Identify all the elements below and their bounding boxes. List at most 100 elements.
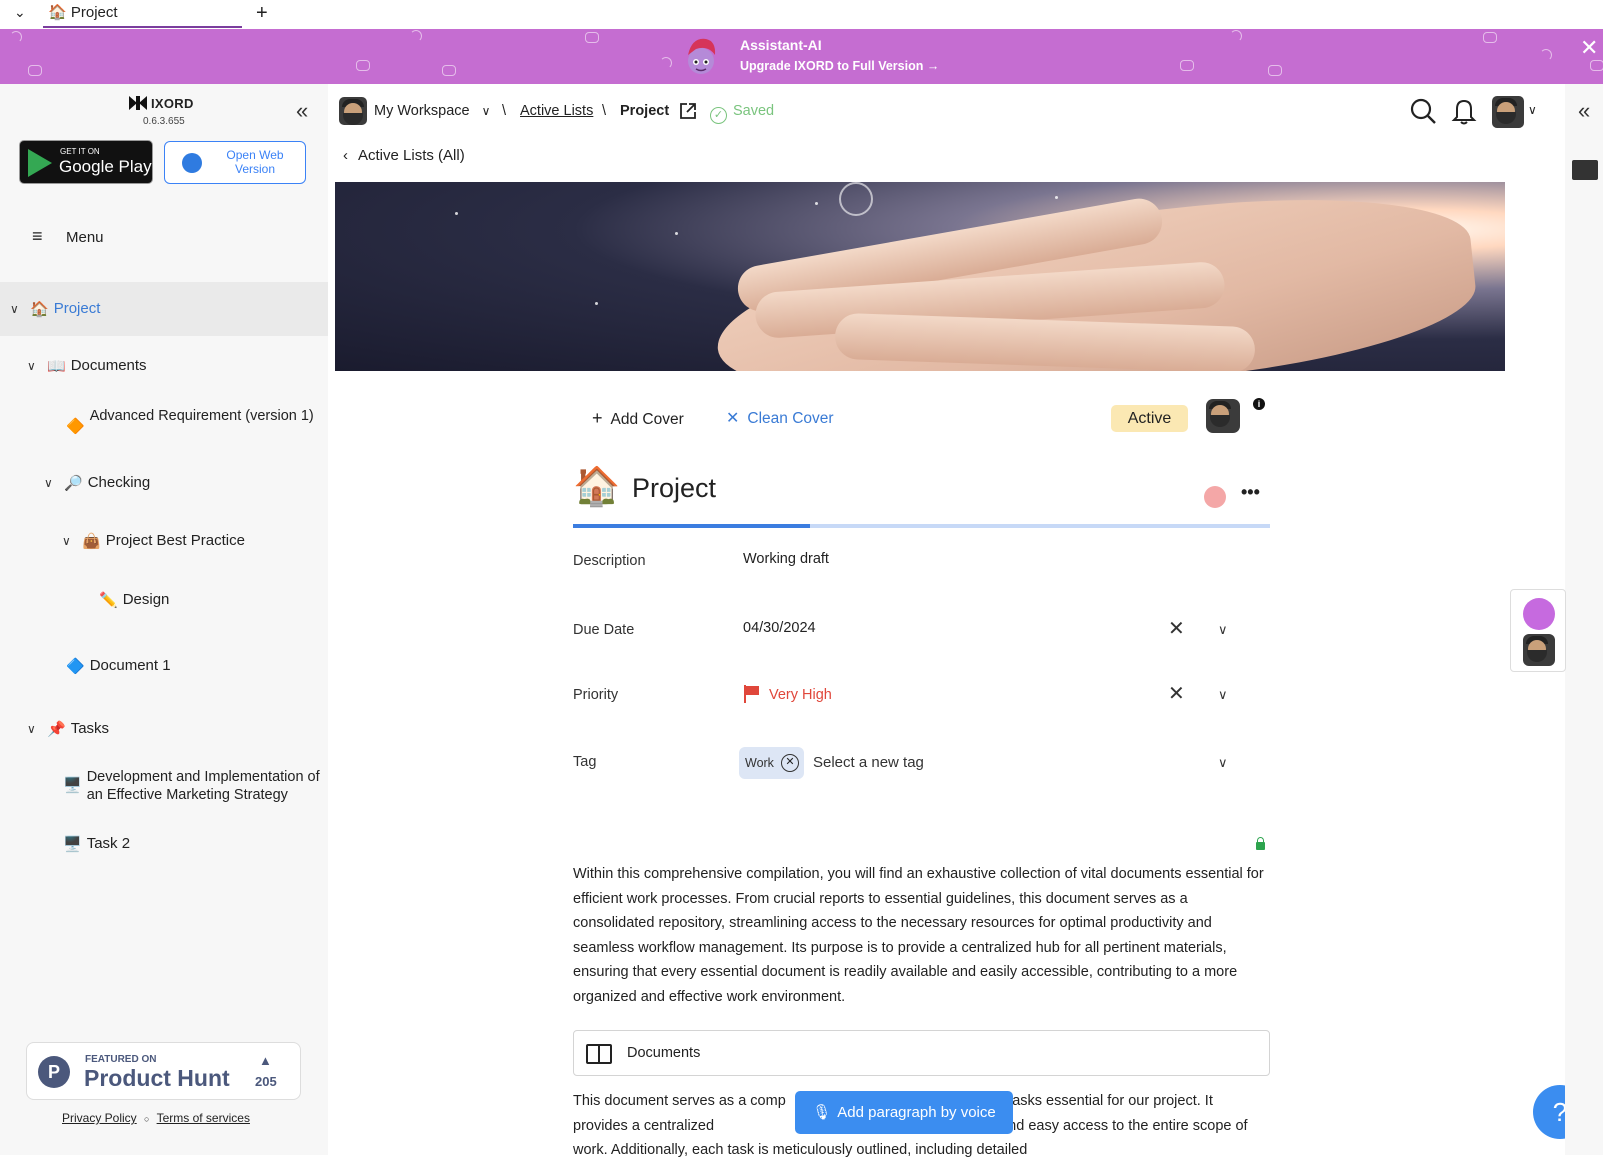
tree-item-document-1[interactable]: 🔷 Document 1 [66,657,171,675]
add-paragraph-by-voice-button[interactable]: 🎙 Add paragraph by voice [795,1091,1013,1134]
google-play-name: Google Play [59,157,152,176]
collapse-sidebar-icon[interactable]: « [296,98,308,124]
menu-label: Menu [66,229,104,246]
breadcrumb-active-lists[interactable]: Active Lists [520,103,593,119]
priority-label: Priority [573,687,619,703]
saved-label: Saved [733,103,775,119]
workspace-switcher[interactable]: My Workspace ∨ [374,103,490,119]
new-tab-button[interactable]: + [256,2,268,25]
chevron-down-icon[interactable]: ∨ [1528,103,1537,117]
color-picker-dot[interactable] [1204,486,1226,508]
remove-tag-icon[interactable]: ✕ [781,754,799,772]
tree-item-documents[interactable]: ∨ 📖 Documents [27,357,147,375]
workspace-name: My Workspace [374,103,470,119]
open-external-icon[interactable] [679,102,697,120]
documents-block[interactable]: Documents [573,1030,1270,1076]
flag-icon [743,685,759,703]
chevron-down-icon[interactable]: ∨ [1218,687,1228,703]
tree-item-label: Development and Implementation of an Eff… [86,769,320,803]
chevron-down-icon[interactable]: ∨ [27,359,43,373]
play-store-icon [28,149,52,177]
tree-item-emoji: 🔷 [66,658,85,675]
tag-chip-label: Work [745,756,774,770]
bell-icon[interactable] [1449,96,1479,126]
browser-tab-strip: ⌄ 🏠 Project + [0,0,1603,29]
product-hunt-badge[interactable]: P FEATURED ON Product Hunt ▲ 205 [26,1042,301,1100]
tree-item-task-2[interactable]: 🖥️ Task 2 [63,835,130,853]
clear-due-date-icon[interactable]: ✕ [1168,616,1185,641]
workspace-avatar[interactable] [339,97,367,125]
google-play-badge[interactable]: GET IT ON Google Play [19,140,153,184]
chevron-down-icon[interactable]: ∨ [1218,755,1228,771]
presence-panel [1510,589,1566,672]
product-hunt-name: Product Hunt [84,1065,230,1091]
privacy-policy-link[interactable]: Privacy Policy [62,1111,137,1125]
collapse-right-panel-icon[interactable]: « [1578,98,1590,124]
collaborator-avatar[interactable] [1523,634,1555,666]
chevron-down-icon[interactable]: ∨ [10,302,26,316]
clear-priority-icon[interactable]: ✕ [1168,681,1185,706]
upgrade-banner[interactable]: Assistant-AI Upgrade IXORD to Full Versi… [0,29,1603,84]
tree-item-emoji: 🔎 [64,475,83,492]
tree-item-marketing-strategy[interactable]: 🖥️ Development and Implementation of an … [63,768,325,804]
tag-chip[interactable]: Work ✕ [739,747,804,779]
tab-list-chevron-icon[interactable]: ⌄ [14,4,26,21]
tree-item-label: Project Best Practice [105,532,245,549]
back-to-lists[interactable]: ‹ Active Lists (All) [343,147,465,164]
close-icon[interactable]: ✕ [1580,35,1598,61]
tree-item-checking[interactable]: ∨ 🔎 Checking [44,474,150,492]
chevron-down-icon[interactable]: ∨ [44,476,60,490]
paragraph[interactable]: Within this comprehensive compilation, y… [573,862,1270,1009]
hamburger-icon: ≡ [32,226,43,246]
app-name: IXORD [151,96,194,111]
info-icon[interactable]: i [1253,398,1265,410]
terms-link[interactable]: Terms of services [157,1111,250,1125]
add-cover-button[interactable]: + Add Cover [592,408,684,429]
tree-item-label: Design [122,591,170,608]
progress-bar-fill [573,524,810,528]
tree-item-advanced-requirement[interactable]: 🔶 Advanced Requirement (version 1) [66,407,321,435]
tree-item-project-best-practice[interactable]: ∨ 👜 Project Best Practice [62,532,245,550]
app-version: 0.6.3.655 [143,116,185,127]
more-options-icon[interactable]: ••• [1241,482,1260,503]
monitor-icon[interactable] [1572,160,1598,180]
tag-select-input[interactable]: Select a new tag [813,754,924,771]
chevron-down-icon[interactable]: ∨ [1218,622,1228,638]
tab-title: Project [70,4,118,21]
chevron-down-icon[interactable]: ∨ [27,722,43,736]
tree-item-label: Documents [70,357,147,374]
tree-item-emoji: 🏠 [30,301,49,318]
search-icon[interactable] [1408,96,1438,126]
documents-block-label: Documents [627,1045,701,1061]
status-badge[interactable]: Active [1111,405,1188,432]
owner-avatar[interactable] [1206,399,1240,433]
assistant-avatar[interactable] [1523,598,1555,630]
right-rail [1565,84,1603,1155]
tree-item-emoji: 👜 [82,533,101,550]
add-cover-label: Add Cover [610,411,684,428]
description-field[interactable]: Working draft [743,551,829,567]
breadcrumb-current: Project [620,103,670,119]
tree-item-design[interactable]: ✏️ Design [99,591,169,609]
voice-button-label: Add paragraph by voice [837,1104,996,1121]
user-avatar[interactable] [1492,96,1524,128]
tree-item-label: Document 1 [89,657,171,674]
browser-tab[interactable]: 🏠 Project [43,0,242,28]
menu-toggle[interactable]: ≡ Menu [32,226,104,247]
lock-icon[interactable] [1256,837,1265,850]
tree-item-project[interactable]: ∨ 🏠 Project [0,282,328,336]
clean-cover-button[interactable]: ✕ Clean Cover [726,408,834,428]
tree-item-tasks[interactable]: ∨ 📌 Tasks [27,720,109,738]
open-web-version-button[interactable]: Open Web Version [164,141,306,184]
page-title[interactable]: Project [632,473,716,504]
sidebar: IXORD 0.6.3.655 « GET IT ON Google Play … [0,84,328,1155]
chevron-down-icon[interactable]: ∨ [62,534,78,548]
upgrade-link[interactable]: Upgrade IXORD to Full Version → [740,59,939,73]
book-icon [586,1044,612,1064]
google-play-top: GET IT ON [60,147,100,156]
tree-item-emoji: ✏️ [99,592,118,609]
due-date-field[interactable]: 04/30/2024 [743,620,816,636]
document-emoji[interactable]: 🏠 [573,465,620,509]
tree-item-label: Project [53,300,101,317]
priority-field[interactable]: Very High [743,685,832,703]
